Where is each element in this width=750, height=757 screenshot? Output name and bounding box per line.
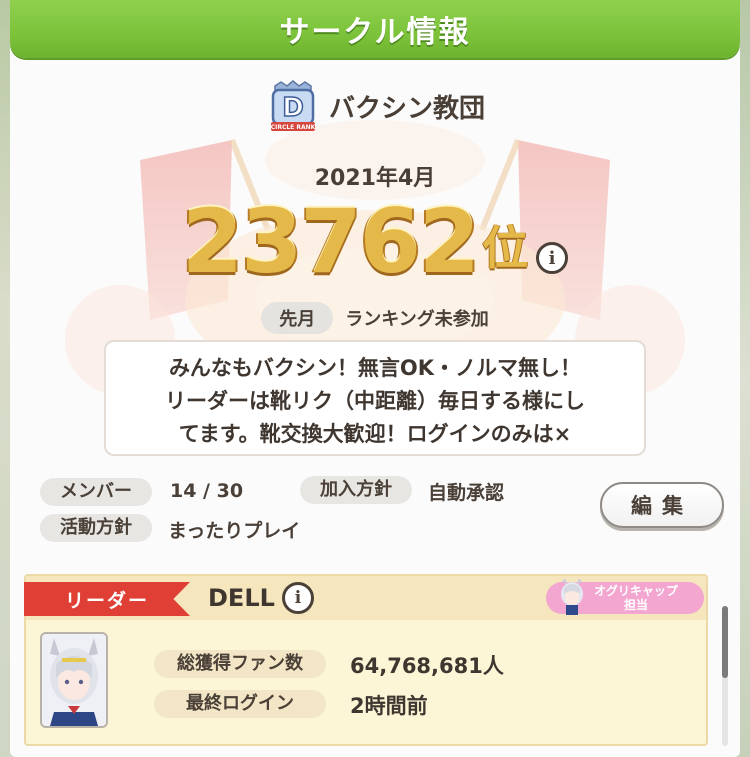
trainer-character-badge: オグリキャップ 担当: [546, 578, 704, 615]
circle-name-row: D CIRCLE RANK バクシン教団: [0, 78, 750, 134]
ranking-month: 2021年4月: [314, 166, 436, 191]
leader-info-icon[interactable]: i: [282, 582, 314, 614]
last-login-value: 2時間前: [350, 694, 428, 718]
scrollbar[interactable]: [722, 606, 728, 746]
circle-name: バクシン教団: [328, 93, 485, 124]
ranking-row: 23762 位 i: [0, 190, 750, 290]
ranking-info-icon[interactable]: i: [536, 242, 569, 274]
activity-policy-value: まったりプレイ: [168, 520, 301, 542]
total-fans-value: 64,768,681人: [350, 654, 504, 678]
previous-month-label: 先月: [261, 302, 334, 334]
trainer-badge-line1: オグリキャップ: [594, 584, 678, 598]
avatar-portrait-icon: [42, 634, 106, 726]
members-value: 14 / 30: [170, 480, 244, 502]
total-fans-label: 総獲得ファン数: [154, 650, 326, 678]
previous-month-row: 先月 ランキング未参加: [0, 302, 750, 334]
leader-card: リーダー DELL i オグリキャップ 担当 総獲得ファン数 64,768,68…: [24, 574, 708, 746]
edit-button[interactable]: 編集: [600, 482, 724, 528]
members-label: メンバー: [40, 478, 152, 506]
page-title: サークル情報: [279, 15, 471, 50]
circle-rank-badge-icon: D CIRCLE RANK: [271, 80, 316, 131]
leader-ribbon: リーダー: [24, 582, 190, 616]
leader-avatar[interactable]: [40, 632, 108, 728]
header-bar: サークル情報: [10, 0, 740, 58]
rank-letter: D: [282, 93, 304, 123]
circle-comment: みんなもバクシン！無言OK・ノルマ無し！ リーダーは靴リク（中距離）毎日する様に…: [104, 340, 646, 456]
rank-badge-caption: CIRCLE RANK: [271, 124, 316, 131]
activity-policy-label: 活動方針: [40, 514, 152, 542]
join-policy-value: 自動承認: [428, 482, 505, 504]
ranking-number: 23762: [181, 190, 480, 293]
leader-name: DELL: [208, 584, 275, 612]
join-policy-label: 加入方針: [300, 476, 412, 504]
previous-month-value: ランキング未参加: [345, 309, 489, 330]
character-mini-icon: [561, 578, 583, 615]
trainer-badge-line2: 担当: [623, 598, 648, 612]
ranking-suffix: 位: [482, 221, 529, 275]
scrollbar-thumb[interactable]: [722, 606, 728, 678]
last-login-label: 最終ログイン: [154, 690, 326, 718]
